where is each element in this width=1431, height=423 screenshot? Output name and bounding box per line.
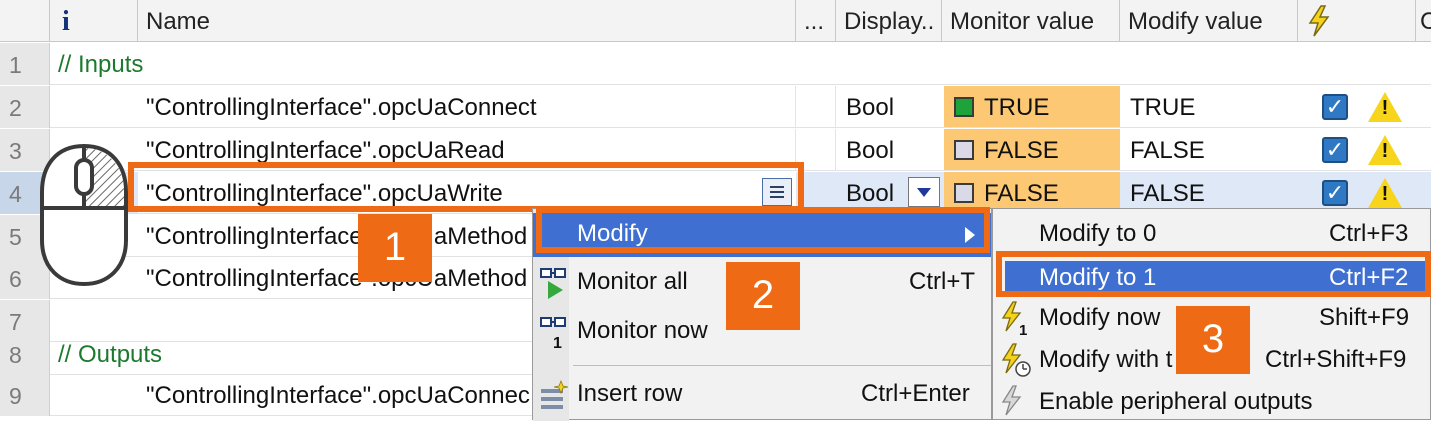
highlight-modify [536, 207, 990, 253]
header-display[interactable]: Display.. [836, 0, 942, 42]
comment-inputs: // Inputs [58, 51, 144, 78]
lightning-icon [1001, 343, 1031, 377]
header-last[interactable]: C [1416, 0, 1431, 42]
display-cell[interactable]: Bool [846, 129, 894, 173]
insert-row-icon [541, 379, 569, 409]
status-led [954, 140, 974, 160]
header-name[interactable]: Name [138, 0, 796, 42]
status-led [954, 183, 974, 203]
table-header: i Name ... Display.. Monitor value Modif… [0, 0, 1431, 42]
monitor-cell: TRUE [944, 86, 1120, 127]
header-monitor[interactable]: Monitor value [942, 0, 1120, 42]
checkbox-icon[interactable]: ✓ [1322, 180, 1348, 206]
header-trigger[interactable] [1298, 0, 1416, 42]
row-number: 8 [0, 333, 50, 375]
monitor-cell: FALSE [944, 129, 1120, 170]
name-cell[interactable]: "ControllingInterface".opcUaMethod [146, 215, 527, 259]
name-cell[interactable]: "ControllingInterface".opcUaConnec [146, 374, 530, 418]
step-badge-1: 1 [358, 214, 432, 282]
display-cell[interactable]: Bool [846, 86, 894, 130]
header-rownum [0, 0, 50, 42]
highlight-row [128, 162, 804, 212]
monitor-value: FALSE [984, 137, 1059, 164]
info-icon: i [62, 6, 70, 37]
highlight-modify-to-1 [996, 251, 1431, 297]
table-row[interactable]: 1 // Inputs [0, 43, 1431, 85]
glasses-icon [540, 268, 566, 299]
row-number: 2 [0, 86, 50, 128]
svg-text:1: 1 [1019, 322, 1027, 337]
svg-text:1: 1 [553, 335, 562, 350]
name-cell[interactable]: "ControllingInterface".opcUaConnect [146, 86, 537, 130]
checkbox-icon[interactable]: ✓ [1322, 94, 1348, 120]
row-number: 1 [0, 43, 50, 85]
modify-cell[interactable]: FALSE [1130, 129, 1205, 173]
header-info[interactable]: i [50, 0, 138, 42]
modify-cell[interactable]: TRUE [1130, 86, 1195, 130]
menu-item-insert-row[interactable]: Insert row Ctrl+Enter [533, 373, 991, 417]
table-row[interactable]: 2 "ControllingInterface".opcUaConnect Bo… [0, 86, 1431, 128]
mouse-icon [40, 143, 128, 287]
header-modify[interactable]: Modify value [1120, 0, 1298, 42]
comment-outputs: // Outputs [58, 341, 163, 368]
name-cell[interactable]: "ControllingInterface".opcUaMethod [146, 257, 527, 301]
header-more[interactable]: ... [796, 0, 836, 42]
row-number: 9 [0, 374, 50, 416]
glasses-icon: 1 [540, 317, 566, 350]
lightning-icon [1308, 5, 1330, 37]
status-led [954, 97, 974, 117]
checkbox-icon[interactable]: ✓ [1322, 137, 1348, 163]
dropdown-icon[interactable] [908, 177, 940, 207]
lightning-icon: 1 [1001, 301, 1027, 337]
lightning-icon [1001, 385, 1022, 416]
submenu-item-enable-peripheral[interactable]: Enable peripheral outputs [993, 381, 1430, 421]
monitor-value: TRUE [984, 94, 1050, 121]
step-badge-3: 3 [1176, 306, 1250, 374]
step-badge-2: 2 [726, 262, 800, 330]
